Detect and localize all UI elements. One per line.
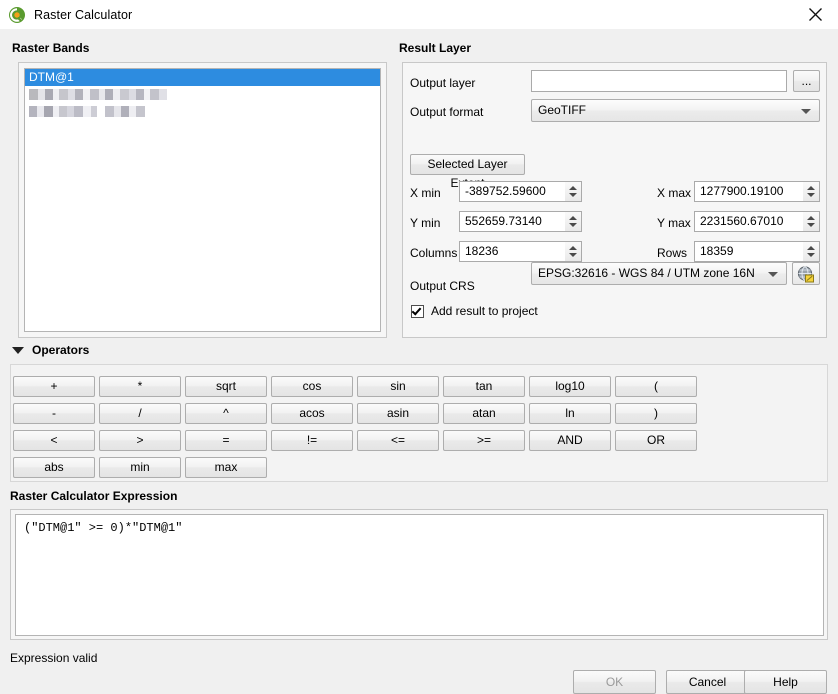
columns-stepper[interactable] bbox=[565, 241, 582, 262]
output-crs-value: EPSG:32616 - WGS 84 / UTM zone 16N bbox=[538, 266, 755, 280]
output-crs-label: Output CRS bbox=[410, 279, 475, 293]
help-button[interactable]: Help bbox=[744, 670, 827, 694]
checkbox-box[interactable] bbox=[411, 304, 424, 318]
y-max-value[interactable]: 2231560.67010 bbox=[694, 211, 804, 232]
operators-section-header[interactable]: Operators bbox=[12, 343, 89, 357]
operator-button-[interactable]: ( bbox=[615, 376, 697, 397]
operator-button-tan[interactable]: tan bbox=[443, 376, 525, 397]
chevron-down-icon bbox=[801, 108, 811, 114]
select-crs-button[interactable] bbox=[792, 262, 820, 285]
operators-group-title: Operators bbox=[32, 343, 90, 357]
chevron-down-icon bbox=[12, 346, 24, 354]
operator-button-cos[interactable]: cos bbox=[271, 376, 353, 397]
x-max-label: X max bbox=[657, 186, 692, 200]
columns-value[interactable]: 18236 bbox=[459, 241, 566, 262]
operator-button-[interactable]: != bbox=[271, 430, 353, 451]
raster-bands-list[interactable]: DTM@1 bbox=[24, 68, 381, 332]
list-item[interactable] bbox=[25, 103, 380, 120]
rows-value[interactable]: 18359 bbox=[694, 241, 804, 262]
selected-layer-extent-button[interactable]: Selected Layer Extent bbox=[410, 154, 525, 190]
status-text: Expression valid bbox=[10, 651, 98, 665]
raster-calculator-dialog: Raster Bands DTM@1 Result Layer Output l… bbox=[0, 29, 838, 694]
y-min-value[interactable]: 552659.73140 bbox=[459, 211, 566, 232]
list-item[interactable]: DTM@1 bbox=[25, 69, 380, 86]
operator-button-[interactable]: / bbox=[99, 403, 181, 424]
operator-button-[interactable]: >= bbox=[443, 430, 525, 451]
y-min-stepper[interactable] bbox=[565, 211, 582, 232]
output-crs-combobox[interactable]: EPSG:32616 - WGS 84 / UTM zone 16N bbox=[531, 262, 787, 285]
output-layer-label: Output layer bbox=[410, 76, 476, 90]
window-titlebar: Raster Calculator bbox=[0, 0, 838, 29]
add-result-to-project-checkbox[interactable]: Add result to project bbox=[411, 304, 538, 318]
operator-button-ln[interactable]: ln bbox=[529, 403, 611, 424]
operator-button-max[interactable]: max bbox=[185, 457, 267, 478]
raster-bands-group-title: Raster Bands bbox=[12, 41, 90, 55]
operator-button-[interactable]: <= bbox=[357, 430, 439, 451]
chevron-down-icon bbox=[768, 271, 778, 277]
expression-textarea[interactable]: ("DTM@1" >= 0)*"DTM@1" bbox=[15, 514, 824, 636]
browse-output-layer-button[interactable]: ... bbox=[793, 70, 820, 92]
rows-stepper[interactable] bbox=[803, 241, 820, 262]
columns-label: Columns bbox=[410, 246, 458, 260]
operator-button-atan[interactable]: atan bbox=[443, 403, 525, 424]
expression-panel: ("DTM@1" >= 0)*"DTM@1" bbox=[10, 509, 828, 640]
operator-button-[interactable]: = bbox=[185, 430, 267, 451]
operator-button-[interactable]: + bbox=[13, 376, 95, 397]
y-max-label: Y max bbox=[657, 216, 691, 230]
operator-button-[interactable]: ^ bbox=[185, 403, 267, 424]
operator-button-abs[interactable]: abs bbox=[13, 457, 95, 478]
operator-button-[interactable]: - bbox=[13, 403, 95, 424]
operator-button-sqrt[interactable]: sqrt bbox=[185, 376, 267, 397]
x-max-value[interactable]: 1277900.19100 bbox=[694, 181, 804, 202]
output-layer-input[interactable] bbox=[531, 70, 787, 92]
output-format-combobox[interactable]: GeoTIFF bbox=[531, 99, 820, 122]
x-max-stepper[interactable] bbox=[803, 181, 820, 202]
cancel-button[interactable]: Cancel bbox=[666, 670, 749, 694]
rows-label: Rows bbox=[657, 246, 688, 260]
expression-group-title: Raster Calculator Expression bbox=[10, 489, 178, 503]
list-item[interactable] bbox=[25, 86, 380, 103]
x-min-label: X min bbox=[410, 186, 441, 200]
raster-bands-panel: DTM@1 bbox=[18, 62, 387, 338]
output-format-label: Output format bbox=[410, 105, 484, 119]
add-result-to-project-label: Add result to project bbox=[431, 304, 538, 318]
operator-button-[interactable]: * bbox=[99, 376, 181, 397]
operator-button-[interactable]: > bbox=[99, 430, 181, 451]
operator-button-[interactable]: ) bbox=[615, 403, 697, 424]
ok-button[interactable]: OK bbox=[573, 670, 656, 694]
x-min-stepper[interactable] bbox=[565, 181, 582, 202]
window-title: Raster Calculator bbox=[34, 7, 133, 22]
y-max-stepper[interactable] bbox=[803, 211, 820, 232]
operator-button-log10[interactable]: log10 bbox=[529, 376, 611, 397]
operator-button-AND[interactable]: AND bbox=[529, 430, 611, 451]
operator-button-sin[interactable]: sin bbox=[357, 376, 439, 397]
x-min-value[interactable]: -389752.59600 bbox=[459, 181, 566, 202]
qgis-logo-icon bbox=[8, 6, 26, 24]
operator-button-asin[interactable]: asin bbox=[357, 403, 439, 424]
check-icon bbox=[411, 304, 422, 316]
close-icon[interactable] bbox=[792, 0, 838, 29]
output-format-value: GeoTIFF bbox=[538, 103, 587, 117]
operator-button-min[interactable]: min bbox=[99, 457, 181, 478]
operator-button-[interactable]: < bbox=[13, 430, 95, 451]
globe-crs-icon bbox=[797, 266, 814, 283]
y-min-label: Y min bbox=[410, 216, 441, 230]
result-layer-group-title: Result Layer bbox=[399, 41, 472, 55]
operator-button-OR[interactable]: OR bbox=[615, 430, 697, 451]
operator-button-acos[interactable]: acos bbox=[271, 403, 353, 424]
